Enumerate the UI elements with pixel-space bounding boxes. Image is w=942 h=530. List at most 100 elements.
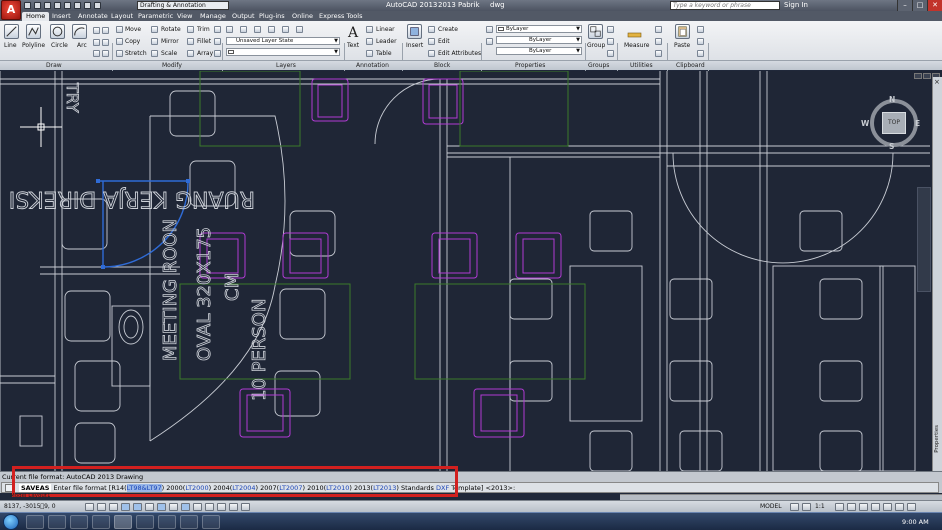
tab-parametric[interactable]: Parametric bbox=[138, 12, 173, 21]
panel-title-annotation[interactable]: Annotation bbox=[356, 62, 389, 70]
group-edit-icon[interactable] bbox=[607, 38, 614, 45]
trim-icon[interactable] bbox=[187, 26, 194, 33]
undo-icon[interactable] bbox=[74, 2, 81, 9]
status-menu-icon[interactable] bbox=[895, 503, 904, 511]
compass-east[interactable]: E bbox=[915, 120, 920, 128]
ortho-toggle-icon[interactable] bbox=[109, 503, 118, 511]
group-selection-icon[interactable] bbox=[607, 50, 614, 57]
clean-screen-icon[interactable] bbox=[907, 503, 916, 511]
3d-osnap-toggle-icon[interactable] bbox=[145, 503, 154, 511]
layer-isolate-icon[interactable] bbox=[254, 26, 261, 33]
edit-block-icon[interactable] bbox=[428, 38, 435, 45]
arc-label[interactable]: Arc bbox=[77, 42, 87, 49]
paste-label[interactable]: Paste bbox=[674, 42, 690, 49]
select-all-icon[interactable] bbox=[655, 38, 662, 45]
array-icon[interactable] bbox=[187, 50, 194, 57]
copy-clip-icon[interactable] bbox=[697, 38, 704, 45]
redo-icon[interactable] bbox=[84, 2, 91, 9]
array-label[interactable]: Array bbox=[197, 50, 213, 57]
move-icon[interactable] bbox=[116, 26, 123, 33]
close-button[interactable]: ✕ bbox=[927, 0, 942, 11]
color-dropdown[interactable]: ByLayer ▼ bbox=[496, 25, 582, 33]
tab-output[interactable]: Output bbox=[232, 12, 255, 21]
rotate-icon[interactable] bbox=[151, 26, 158, 33]
table-icon[interactable] bbox=[366, 50, 373, 57]
compass-north[interactable]: N bbox=[889, 96, 895, 104]
rotate-label[interactable]: Rotate bbox=[161, 26, 181, 33]
otrack-toggle-icon[interactable] bbox=[157, 503, 166, 511]
layer-state-icon[interactable] bbox=[240, 26, 247, 33]
scale-label[interactable]: Scale bbox=[161, 50, 177, 57]
trim-label[interactable]: Trim bbox=[197, 26, 210, 33]
copy-base-icon[interactable] bbox=[697, 50, 704, 57]
tab-view[interactable]: View bbox=[177, 12, 192, 21]
taskbar-app-explorer-icon[interactable] bbox=[26, 515, 44, 529]
text-icon[interactable]: A bbox=[346, 24, 361, 39]
model-space-button[interactable]: MODEL bbox=[760, 503, 782, 511]
polyline-label[interactable]: Polyline bbox=[22, 42, 45, 49]
save-as-icon[interactable] bbox=[54, 2, 61, 9]
ducs-toggle-icon[interactable] bbox=[169, 503, 178, 511]
application-menu-button[interactable]: A bbox=[1, 0, 21, 20]
snap-toggle-icon[interactable] bbox=[85, 503, 94, 511]
hatch-icon[interactable] bbox=[93, 39, 100, 46]
panel-title-modify[interactable]: Modify bbox=[162, 62, 182, 70]
line-icon[interactable] bbox=[4, 24, 19, 39]
transparency-toggle-icon[interactable] bbox=[205, 503, 214, 511]
fillet-icon[interactable] bbox=[187, 38, 194, 45]
edit-attributes-icon[interactable] bbox=[428, 50, 435, 57]
open-icon[interactable] bbox=[34, 2, 41, 9]
start-button[interactable] bbox=[3, 514, 19, 530]
search-input[interactable]: Type a keyword or phrase bbox=[670, 1, 780, 10]
copy-label[interactable]: Copy bbox=[125, 38, 140, 45]
navigation-bar[interactable] bbox=[917, 187, 931, 292]
option-r14[interactable]: LT98&LT97 bbox=[126, 484, 162, 492]
compass-south[interactable]: S bbox=[889, 143, 894, 151]
maximize-button[interactable]: □ bbox=[912, 0, 927, 11]
panel-title-block[interactable]: Block bbox=[434, 62, 450, 70]
fillet-label[interactable]: Fillet bbox=[197, 38, 211, 45]
copy-icon[interactable] bbox=[116, 38, 123, 45]
isolate-objects-icon[interactable] bbox=[883, 503, 892, 511]
group-icon[interactable] bbox=[588, 24, 603, 39]
taskbar-app-autocad-icon[interactable] bbox=[114, 515, 132, 529]
region-icon[interactable] bbox=[93, 50, 100, 57]
option-lt2000[interactable]: LT2000 bbox=[185, 484, 208, 492]
sign-in-link[interactable]: Sign In bbox=[784, 1, 808, 10]
tab-insert[interactable]: Insert bbox=[52, 12, 71, 21]
quick-select-icon[interactable] bbox=[655, 26, 662, 33]
layer-freeze-icon[interactable] bbox=[268, 26, 275, 33]
taskbar-app-7-icon[interactable] bbox=[180, 515, 198, 529]
panel-title-draw[interactable]: Draw bbox=[46, 62, 62, 70]
mirror-icon[interactable] bbox=[151, 38, 158, 45]
tab-layout[interactable]: Layout bbox=[111, 12, 133, 21]
viewport-minimize-button[interactable] bbox=[914, 73, 922, 79]
ungroup-icon[interactable] bbox=[607, 26, 614, 33]
taskbar-app-browser-icon[interactable] bbox=[48, 515, 66, 529]
polyline-icon[interactable] bbox=[26, 24, 41, 39]
minimize-button[interactable]: – bbox=[897, 0, 912, 11]
quick-view-layouts-icon[interactable] bbox=[790, 503, 799, 511]
hardware-acceleration-icon[interactable] bbox=[871, 503, 880, 511]
id-point-icon[interactable] bbox=[655, 50, 662, 57]
layer-off-icon[interactable] bbox=[282, 26, 289, 33]
viewcube[interactable]: N S E W TOP bbox=[861, 96, 923, 152]
offset-icon[interactable] bbox=[214, 50, 221, 57]
circle-label[interactable]: Circle bbox=[51, 42, 68, 49]
layout-tabs[interactable]: Model Layout1 bbox=[10, 493, 110, 500]
annotation-monitor-icon[interactable] bbox=[241, 503, 250, 511]
quick-view-drawings-icon[interactable] bbox=[802, 503, 811, 511]
linetype-dropdown[interactable]: ByLayer ▼ bbox=[496, 36, 582, 44]
option-dxf[interactable]: DXF bbox=[436, 484, 449, 492]
taskbar-app-5-icon[interactable] bbox=[136, 515, 154, 529]
workspace-switch-status-icon[interactable] bbox=[847, 503, 856, 511]
stretch-icon[interactable] bbox=[116, 50, 123, 57]
panel-title-utilities[interactable]: Utilities bbox=[630, 62, 653, 70]
explode-icon[interactable] bbox=[214, 38, 221, 45]
edit-attributes-label[interactable]: Edit Attributes bbox=[438, 50, 481, 57]
tab-manage[interactable]: Manage bbox=[200, 12, 226, 21]
draw-more-icon[interactable] bbox=[102, 27, 109, 34]
save-icon[interactable] bbox=[44, 2, 51, 9]
measure-label[interactable]: Measure bbox=[624, 42, 650, 49]
panel-title-properties[interactable]: Properties bbox=[515, 62, 545, 70]
